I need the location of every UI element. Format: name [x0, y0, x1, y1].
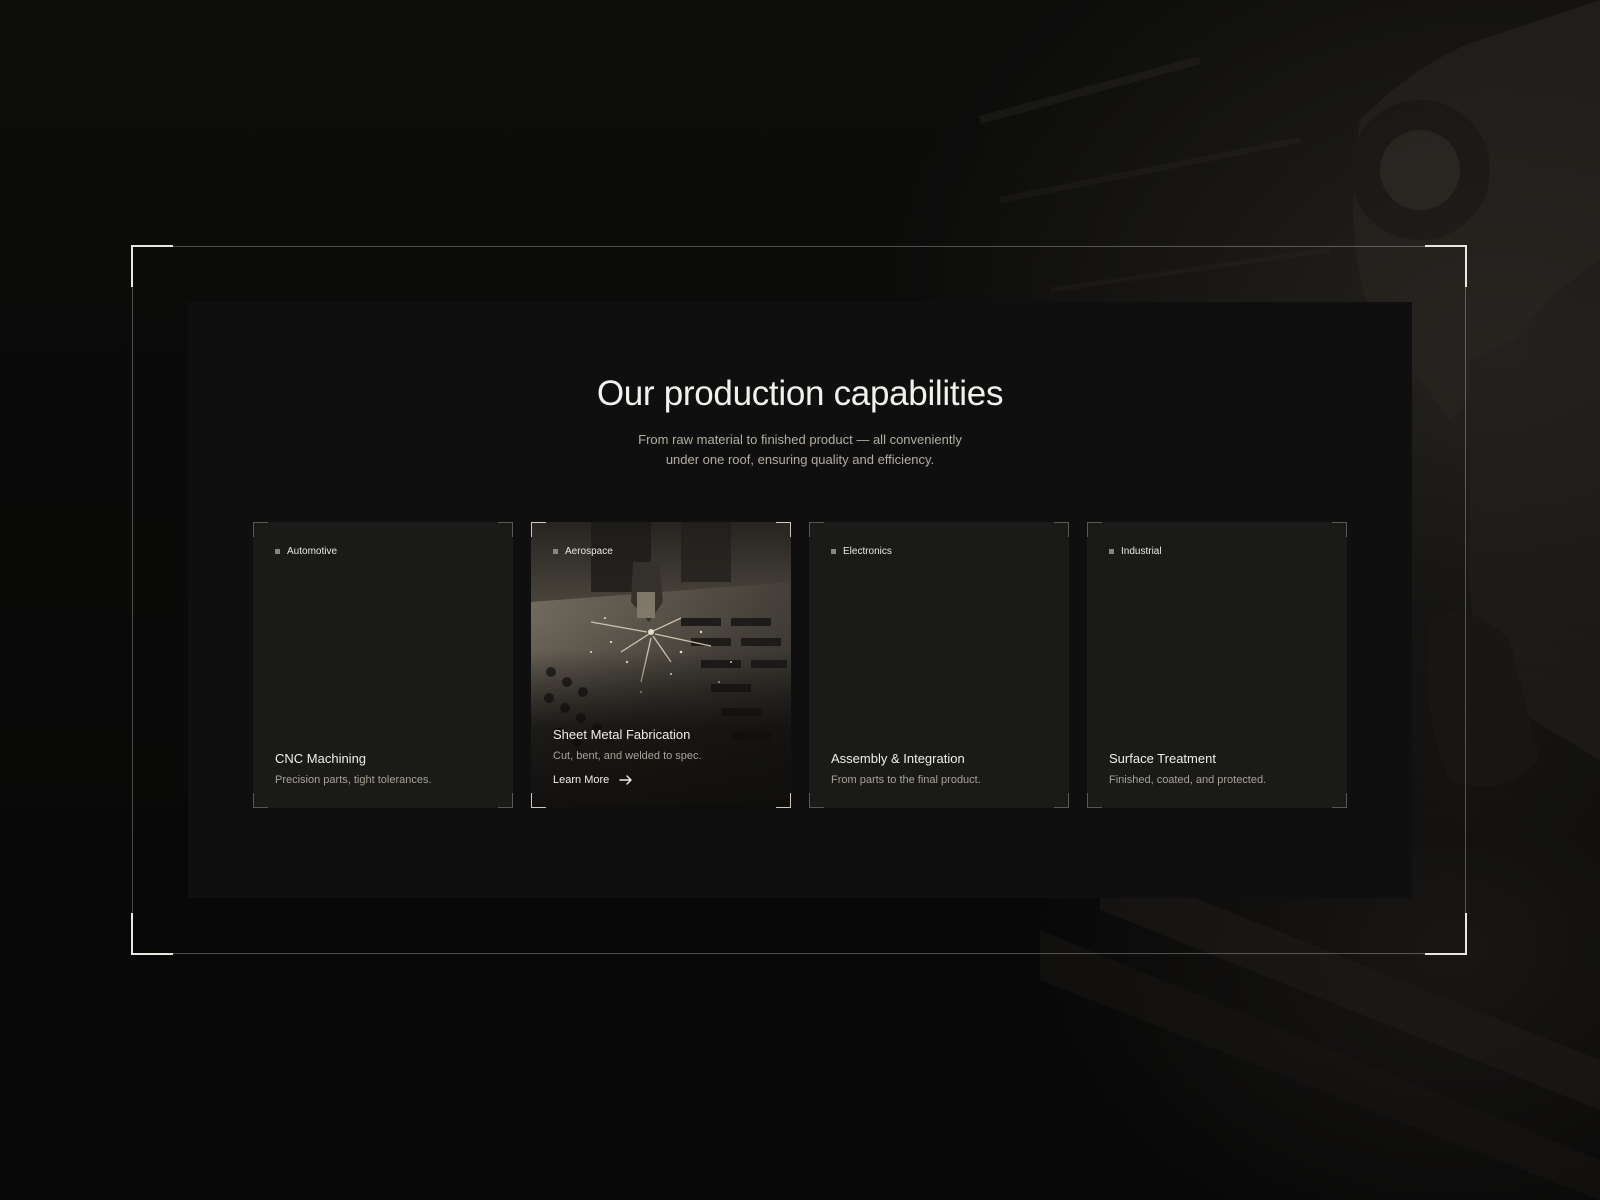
card-title: Assembly & Integration — [831, 751, 965, 766]
card-corner — [1332, 522, 1347, 537]
card-body: Surface Treatment Finished, coated, and … — [1109, 751, 1329, 786]
card-corner — [253, 522, 268, 537]
card-tag: Automotive — [275, 546, 337, 557]
square-bullet-icon — [1109, 549, 1114, 554]
card-description: Precision parts, tight tolerances. — [275, 774, 432, 786]
card-corner — [531, 522, 546, 537]
square-bullet-icon — [553, 549, 558, 554]
card-tag-label: Aerospace — [565, 546, 613, 557]
capability-card-assembly-integration[interactable]: Electronics Assembly & Integration From … — [809, 522, 1069, 808]
section-title: Our production capabilities — [596, 374, 1004, 413]
section-subtitle: From raw material to finished product — … — [188, 430, 1412, 470]
card-tag: Industrial — [1109, 546, 1162, 557]
capabilities-panel: Our production capabilities From raw mat… — [188, 302, 1412, 898]
card-tag: Electronics — [831, 546, 892, 557]
page: Our production capabilities From raw mat… — [0, 0, 1600, 1200]
card-corner — [498, 522, 513, 537]
card-corner — [809, 522, 824, 537]
section-subtitle-line-1: From raw material to finished product — … — [638, 432, 962, 447]
card-body: Sheet Metal Fabrication Cut, bent, and w… — [553, 727, 773, 786]
square-bullet-icon — [831, 549, 836, 554]
frame-corner-top-right — [1425, 245, 1467, 287]
frame-corner-bottom-left — [131, 913, 173, 955]
card-tag-label: Electronics — [843, 546, 892, 557]
capability-card-surface-treatment[interactable]: Industrial Surface Treatment Finished, c… — [1087, 522, 1347, 808]
card-body: CNC Machining Precision parts, tight tol… — [275, 751, 495, 786]
card-corner — [498, 793, 513, 808]
card-corner — [531, 793, 546, 808]
card-description: Cut, bent, and welded to spec. — [553, 750, 702, 762]
card-corner — [1332, 793, 1347, 808]
card-corner — [1054, 522, 1069, 537]
capability-card-sheet-metal-fabrication[interactable]: Aerospace Sheet Metal Fabrication Cut, b… — [531, 522, 791, 808]
learn-more-label: Learn More — [553, 774, 610, 786]
square-bullet-icon — [275, 549, 280, 554]
card-corner — [1087, 793, 1102, 808]
capability-cards: Automotive CNC Machining Precision parts… — [253, 522, 1347, 808]
card-corner — [1087, 522, 1102, 537]
card-corner — [1054, 793, 1069, 808]
card-corner — [776, 522, 791, 537]
frame-corner-bottom-right — [1425, 913, 1467, 955]
card-corner — [253, 793, 268, 808]
card-title: Surface Treatment — [1109, 751, 1216, 766]
frame-corner-top-left — [131, 245, 173, 287]
card-description: From parts to the final product. — [831, 774, 981, 786]
card-corner — [776, 793, 791, 808]
card-tag-label: Industrial — [1121, 546, 1162, 557]
section-subtitle-line-2: under one roof, ensuring quality and eff… — [665, 452, 935, 467]
card-description: Finished, coated, and protected. — [1109, 774, 1267, 786]
card-tag-label: Automotive — [287, 546, 338, 557]
card-title: CNC Machining — [275, 751, 367, 766]
card-corner — [809, 793, 824, 808]
card-title: Sheet Metal Fabrication — [553, 727, 691, 742]
card-tag: Aerospace — [553, 546, 613, 557]
capability-card-cnc-machining[interactable]: Automotive CNC Machining Precision parts… — [253, 522, 513, 808]
arrow-right-icon — [619, 775, 632, 785]
learn-more-link[interactable]: Learn More — [553, 774, 773, 786]
card-body: Assembly & Integration From parts to the… — [831, 751, 1051, 786]
